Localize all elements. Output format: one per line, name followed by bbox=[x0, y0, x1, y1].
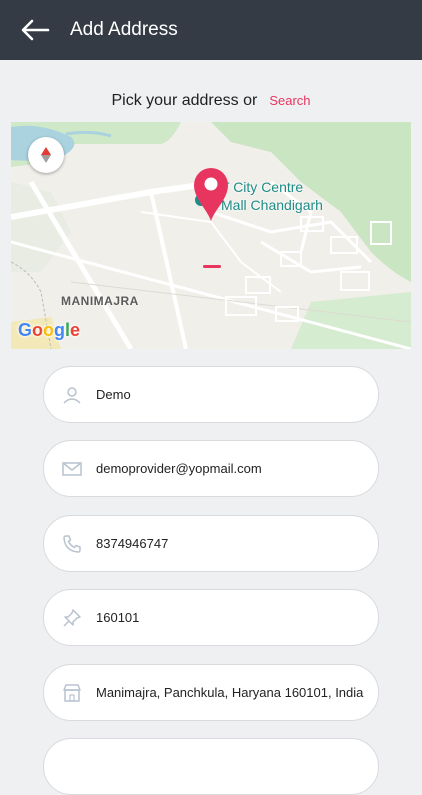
map-background bbox=[11, 122, 411, 349]
map-place-line1: T City Centre bbox=[221, 179, 304, 195]
pincode-field[interactable] bbox=[43, 589, 379, 646]
arrow-left-icon bbox=[21, 19, 50, 41]
user-icon bbox=[60, 383, 84, 407]
map-place-line2: Mall Chandigarh bbox=[221, 197, 323, 213]
pin-icon bbox=[60, 606, 84, 630]
map-center-indicator bbox=[203, 265, 221, 268]
search-link[interactable]: Search bbox=[269, 93, 310, 108]
email-field[interactable] bbox=[43, 440, 379, 497]
compass-button[interactable] bbox=[28, 137, 64, 173]
compass-icon bbox=[41, 147, 51, 163]
email-input[interactable] bbox=[96, 461, 368, 476]
google-logo: Google bbox=[18, 320, 80, 341]
phone-input[interactable] bbox=[96, 536, 368, 551]
pincode-input[interactable] bbox=[96, 610, 368, 625]
map-place-label: T City Centre Mall Chandigarh bbox=[221, 178, 323, 214]
phone-icon bbox=[60, 532, 84, 556]
name-field[interactable] bbox=[43, 366, 379, 423]
pick-address-row: Pick your address or Search bbox=[0, 92, 422, 110]
back-button[interactable] bbox=[0, 0, 70, 60]
next-field[interactable] bbox=[43, 738, 379, 795]
phone-field[interactable] bbox=[43, 515, 379, 572]
google-logo-letter: G bbox=[18, 320, 33, 340]
page-title: Add Address bbox=[70, 19, 178, 40]
address-input[interactable] bbox=[96, 685, 368, 700]
google-logo-letter: o bbox=[43, 320, 55, 340]
map-area-label: MANIMAJRA bbox=[61, 294, 139, 308]
address-field[interactable] bbox=[43, 664, 379, 721]
app-header: Add Address bbox=[0, 0, 422, 60]
map-view[interactable]: T City Centre Mall Chandigarh MANIMAJRA … bbox=[11, 122, 411, 349]
envelope-icon bbox=[60, 457, 84, 481]
location-marker-icon bbox=[194, 168, 228, 221]
name-input[interactable] bbox=[96, 387, 368, 402]
google-logo-letter: g bbox=[54, 320, 66, 340]
store-icon bbox=[60, 681, 84, 705]
pick-address-label: Pick your address or bbox=[111, 92, 258, 109]
google-logo-letter: e bbox=[70, 320, 81, 340]
google-logo-letter: o bbox=[32, 320, 44, 340]
